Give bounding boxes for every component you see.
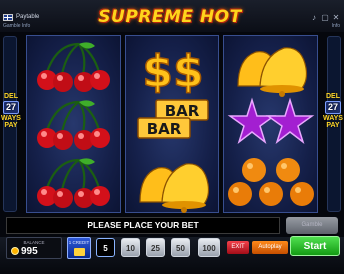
orange-icon: [228, 158, 315, 206]
autoplay-button[interactable]: Autoplay: [252, 241, 288, 254]
info-link[interactable]: Info: [332, 23, 340, 29]
cherries-icon: [37, 42, 110, 92]
cherries-icon: [37, 100, 110, 150]
close-icon[interactable]: ✕: [332, 14, 340, 22]
bar-bottom-label: BAR: [146, 120, 181, 138]
bet-button[interactable]: 5: [96, 238, 115, 257]
ways-number: 27: [2, 101, 19, 114]
balance-label: BALANCE: [23, 240, 45, 245]
ways-label-bottom: PAY: [326, 122, 340, 129]
bet-button[interactable]: 10: [121, 238, 140, 257]
ways-label-mid: WAYS: [1, 115, 21, 122]
window-controls: ♪ ▢ ✕: [310, 14, 340, 22]
paytable-link[interactable]: Paytable: [16, 14, 39, 20]
credit-toggle-button[interactable]: 1 CREDIT: [67, 237, 91, 259]
balance-value: 995: [21, 246, 38, 257]
bet-button[interactable]: 100: [198, 238, 220, 257]
ways-number: 27: [324, 101, 341, 114]
gamble-button[interactable]: Gamble: [286, 217, 338, 234]
star-icon: [228, 97, 315, 145]
reels-area: $$ BAR BAR: [26, 35, 319, 213]
reel-3: [223, 35, 319, 213]
credit-coins-icon: [74, 248, 85, 256]
language-flag-icon[interactable]: [3, 14, 13, 21]
exit-button[interactable]: EXIT: [227, 241, 249, 254]
left-ways-pay-badge: DEL 27 WAYS PAY: [0, 93, 22, 129]
ways-label-top: DEL: [4, 93, 18, 100]
reel-1: [26, 35, 121, 213]
coin-icon: [11, 247, 19, 255]
gamble-info-link[interactable]: Gamble Info: [3, 23, 30, 29]
ways-label-mid: WAYS: [323, 115, 343, 122]
cherries-icon: [37, 158, 110, 208]
bet-button[interactable]: 25: [146, 238, 165, 257]
dollar-icon: $$: [142, 46, 203, 97]
bell-icon: [139, 163, 209, 213]
bet-button[interactable]: 50: [171, 238, 190, 257]
credit-label: 1 CREDIT: [68, 240, 90, 245]
bar-icon: BAR BAR: [136, 99, 209, 139]
game-title: SUPREME HOT: [98, 7, 242, 27]
bell-icon: [237, 47, 308, 97]
ways-label-bottom: PAY: [4, 122, 18, 129]
reel-2: $$ BAR BAR: [124, 35, 220, 213]
fullscreen-icon[interactable]: ▢: [321, 14, 329, 22]
right-ways-pay-badge: DEL 27 WAYS PAY: [322, 93, 344, 129]
balance-display: BALANCE 995: [6, 237, 62, 259]
start-button[interactable]: Start: [290, 236, 340, 256]
sound-icon[interactable]: ♪: [310, 14, 318, 22]
ways-label-top: DEL: [326, 93, 340, 100]
status-message: PLEASE PLACE YOUR BET: [6, 217, 280, 234]
